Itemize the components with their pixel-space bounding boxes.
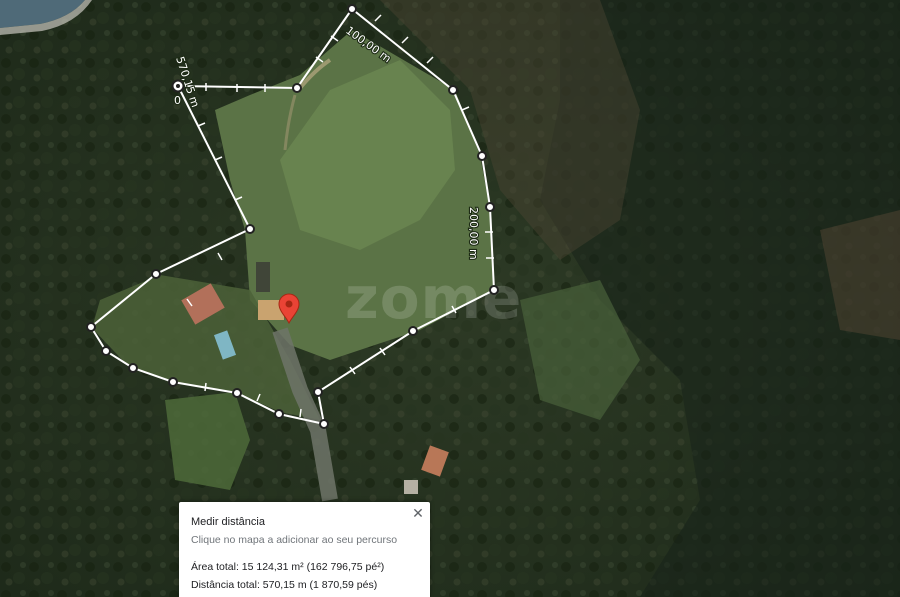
path-vertex bbox=[128, 363, 138, 373]
path-vertex bbox=[274, 409, 284, 419]
path-vertex bbox=[168, 377, 178, 387]
path-vertex bbox=[313, 387, 323, 397]
start-marker-label: 0 bbox=[174, 94, 181, 107]
path-vertex bbox=[485, 202, 495, 212]
area-total: Área total: 15 124,31 m² (162 796,75 pé²… bbox=[191, 561, 385, 573]
close-icon[interactable]: ✕ bbox=[410, 505, 426, 521]
start-vertex-dot bbox=[176, 84, 180, 88]
path-vertex bbox=[245, 224, 255, 234]
path-vertex bbox=[347, 4, 357, 14]
path-vertex bbox=[319, 419, 329, 429]
path-vertex bbox=[101, 346, 111, 356]
distance-total: Distância total: 570,15 m (1 870,59 pés) bbox=[191, 579, 378, 591]
measure-distance-panel: ✕ Medir distância Clique no mapa a adici… bbox=[179, 502, 430, 597]
path-vertex bbox=[489, 285, 499, 295]
satellite-map[interactable]: zome 0 570,15 m 100,00 m 200,00 m bbox=[0, 0, 900, 597]
path-vertex bbox=[408, 326, 418, 336]
panel-hint: Clique no mapa a adicionar ao seu percur… bbox=[191, 534, 398, 546]
watermark: zome bbox=[345, 264, 522, 332]
path-vertex bbox=[151, 269, 161, 279]
outbuilding bbox=[256, 262, 270, 292]
path-vertex bbox=[86, 322, 96, 332]
path-vertex bbox=[448, 85, 458, 95]
path-vertex bbox=[477, 151, 487, 161]
path-vertex bbox=[232, 388, 242, 398]
distance-label-200m: 200,00 m bbox=[467, 207, 480, 260]
neighbor-house-2 bbox=[404, 480, 418, 494]
path-vertex bbox=[292, 83, 302, 93]
panel-title: Medir distância bbox=[191, 516, 265, 528]
